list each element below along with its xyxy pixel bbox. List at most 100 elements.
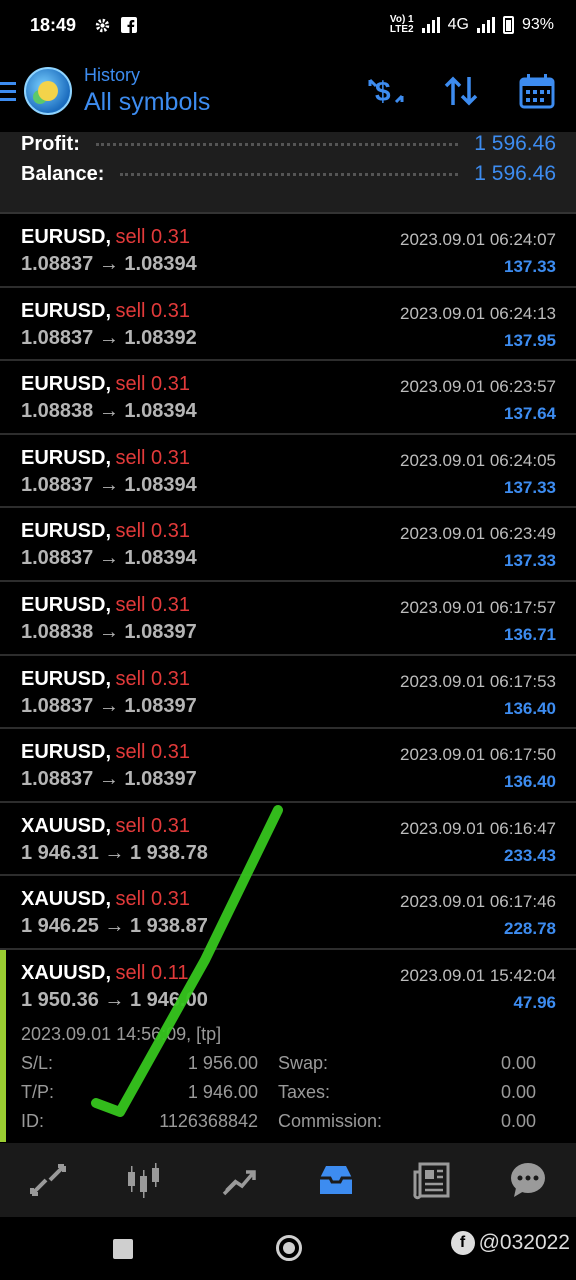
- recent-apps-button[interactable]: [113, 1239, 133, 1259]
- history-icon[interactable]: [312, 1156, 360, 1204]
- trade-row[interactable]: EURUSD, sell 0.31 1.08837 → 1.08397 2023…: [0, 656, 576, 730]
- status-time: 18:49: [30, 14, 77, 35]
- trade-prices: 1 946.25 → 1 938.87: [21, 915, 208, 938]
- trade-symbol: EURUSD,: [21, 593, 112, 616]
- trade-symbol: XAUUSD,: [21, 961, 112, 984]
- trade-prices: 1 950.36 → 1 946.00: [21, 988, 208, 1011]
- trade-date: 2023.09.01 06:17:53: [400, 671, 556, 691]
- trade-side: sell 0.11: [115, 961, 189, 984]
- trade-row[interactable]: EURUSD, sell 0.31 1.08837 → 1.08397 2023…: [0, 729, 576, 803]
- status-right: Vo) 1 LTE2 4G 93%: [390, 15, 554, 35]
- chat-icon[interactable]: [504, 1156, 552, 1204]
- calendar-icon[interactable]: [518, 72, 556, 110]
- trade-side: sell 0.31: [115, 373, 190, 396]
- trade-symbol: EURUSD,: [21, 373, 112, 396]
- trade-row[interactable]: EURUSD, sell 0.31 1.08837 → 1.08394 2023…: [0, 508, 576, 582]
- dollar-sort-icon[interactable]: $: [366, 72, 404, 110]
- swap-label: Swap:: [278, 1052, 329, 1073]
- trade-date: 2023.09.01 06:17:50: [400, 745, 556, 765]
- trade-row[interactable]: EURUSD, sell 0.31 1.08838 → 1.08394 2023…: [0, 361, 576, 435]
- trade-icon[interactable]: [216, 1156, 264, 1204]
- trade-prices: 1.08837 → 1.08394: [21, 253, 197, 275]
- hamburger-menu-icon[interactable]: [0, 81, 18, 101]
- trade-prices: 1.08838 → 1.08394: [21, 400, 197, 423]
- volte-indicator: Vo) 1 LTE2: [389, 14, 414, 35]
- trade-date: 2023.09.01 06:23:49: [400, 524, 556, 544]
- trade-profit: 47.96: [513, 992, 556, 1012]
- trade-side: sell 0.31: [115, 520, 190, 543]
- facebook-icon: [121, 17, 138, 33]
- balance-value: 1 596.46: [474, 162, 556, 185]
- sl-value: 1 956.00: [187, 1052, 258, 1073]
- trade-profit: 228.78: [504, 919, 556, 939]
- trade-row[interactable]: EURUSD, sell 0.31 1.08837 → 1.08392 2023…: [0, 288, 576, 362]
- bottom-navigation: [0, 1143, 576, 1217]
- sort-arrows-icon[interactable]: [442, 72, 480, 110]
- trade-side: sell 0.31: [115, 446, 190, 469]
- id-value: 1126368842: [159, 1110, 258, 1131]
- id-label: ID:: [21, 1110, 45, 1131]
- title-block[interactable]: History All symbols: [84, 65, 210, 117]
- trade-prices: 1 946.31 → 1 938.78: [21, 841, 208, 864]
- trade-row[interactable]: EURUSD, sell 0.31 1.08838 → 1.08397 2023…: [0, 582, 576, 656]
- battery-percent: 93%: [521, 16, 554, 33]
- trade-prices: 1.08838 → 1.08397: [21, 620, 197, 643]
- trade-row[interactable]: EURUSD, sell 0.31 1.08837 → 1.08394 2023…: [0, 214, 576, 288]
- news-icon[interactable]: [408, 1156, 456, 1204]
- trade-profit: 136.40: [504, 698, 556, 718]
- profit-row: Profit: 1 596.46: [0, 132, 576, 156]
- sl-label: S/L:: [21, 1052, 54, 1073]
- chart-icon[interactable]: [120, 1156, 168, 1204]
- taxes-label: Taxes:: [278, 1081, 331, 1102]
- network-type: 4G: [447, 16, 469, 33]
- history-summary: Profit: 1 596.46 Balance: 1 596.46: [0, 132, 576, 214]
- trade-profit: 233.43: [504, 845, 556, 865]
- trade-row-expanded[interactable]: XAUUSD, sell 0.11 1 950.36 → 1 946.00 20…: [0, 949, 576, 1142]
- trade-side: sell 0.31: [115, 593, 190, 616]
- svg-text:$: $: [375, 76, 391, 107]
- trade-profit: 136.40: [504, 772, 556, 792]
- trade-date: 2023.09.01 15:42:04: [400, 965, 556, 985]
- trade-side: sell 0.31: [115, 814, 190, 837]
- trade-side: sell 0.31: [115, 299, 190, 322]
- profit-value: 1 596.46: [474, 132, 556, 155]
- page-title: All symbols: [84, 88, 211, 116]
- tp-label: T/P:: [21, 1081, 55, 1102]
- system-navigation-bar: f @032022: [0, 1217, 576, 1280]
- trade-date: 2023.09.01 06:24:07: [400, 230, 556, 249]
- page-subtitle: History: [84, 65, 141, 85]
- trade-date: 2023.09.01 06:17:46: [400, 892, 556, 912]
- trade-symbol: XAUUSD,: [21, 888, 112, 911]
- trade-symbol: EURUSD,: [21, 299, 112, 322]
- trade-row[interactable]: EURUSD, sell 0.31 1.08837 → 1.08394 2023…: [0, 435, 576, 509]
- trade-profit: 137.33: [504, 257, 556, 276]
- trade-symbol: EURUSD,: [21, 667, 112, 690]
- trade-date: 2023.09.01 06:24:05: [400, 450, 556, 470]
- trade-date: 2023.09.01 06:23:57: [400, 377, 556, 397]
- app-header: History All symbols $: [0, 50, 576, 132]
- metatrader-logo: [24, 67, 72, 115]
- watermark-handle: @032022: [478, 1231, 570, 1254]
- app-logo-icon: f: [450, 1231, 475, 1255]
- quotes-icon[interactable]: [24, 1156, 72, 1204]
- balance-row: Balance: 1 596.46: [0, 156, 576, 192]
- trade-symbol: XAUUSD,: [21, 814, 112, 837]
- commission-value: 0.00: [500, 1110, 536, 1131]
- trade-date: 2023.09.01 06:16:47: [400, 818, 556, 838]
- trade-side: sell 0.31: [115, 667, 190, 690]
- trade-profit: 137.95: [504, 330, 556, 350]
- trade-prices: 1.08837 → 1.08392: [21, 326, 197, 349]
- trade-date: 2023.09.01 06:24:13: [400, 303, 556, 323]
- trade-details: S/L: 1 956.00 Swap: 0.00 T/P: 1 946.00 Taxe…: [21, 1053, 556, 1132]
- taxes-value: 0.00: [500, 1081, 536, 1102]
- trade-row[interactable]: XAUUSD, sell 0.31 1 946.25 → 1 938.87 20…: [0, 876, 576, 950]
- watermark: f @032022: [450, 1231, 570, 1255]
- signal-1-icon: [421, 17, 440, 33]
- trade-row[interactable]: XAUUSD, sell 0.31 1 946.31 → 1 938.78 20…: [0, 803, 576, 877]
- home-button[interactable]: [276, 1235, 302, 1261]
- leader-dots: [120, 172, 459, 176]
- swap-value: 0.00: [500, 1052, 536, 1073]
- trade-prices: 1.08837 → 1.08394: [21, 547, 197, 570]
- leader-dots: [95, 142, 459, 146]
- trade-side: sell 0.31: [115, 741, 190, 764]
